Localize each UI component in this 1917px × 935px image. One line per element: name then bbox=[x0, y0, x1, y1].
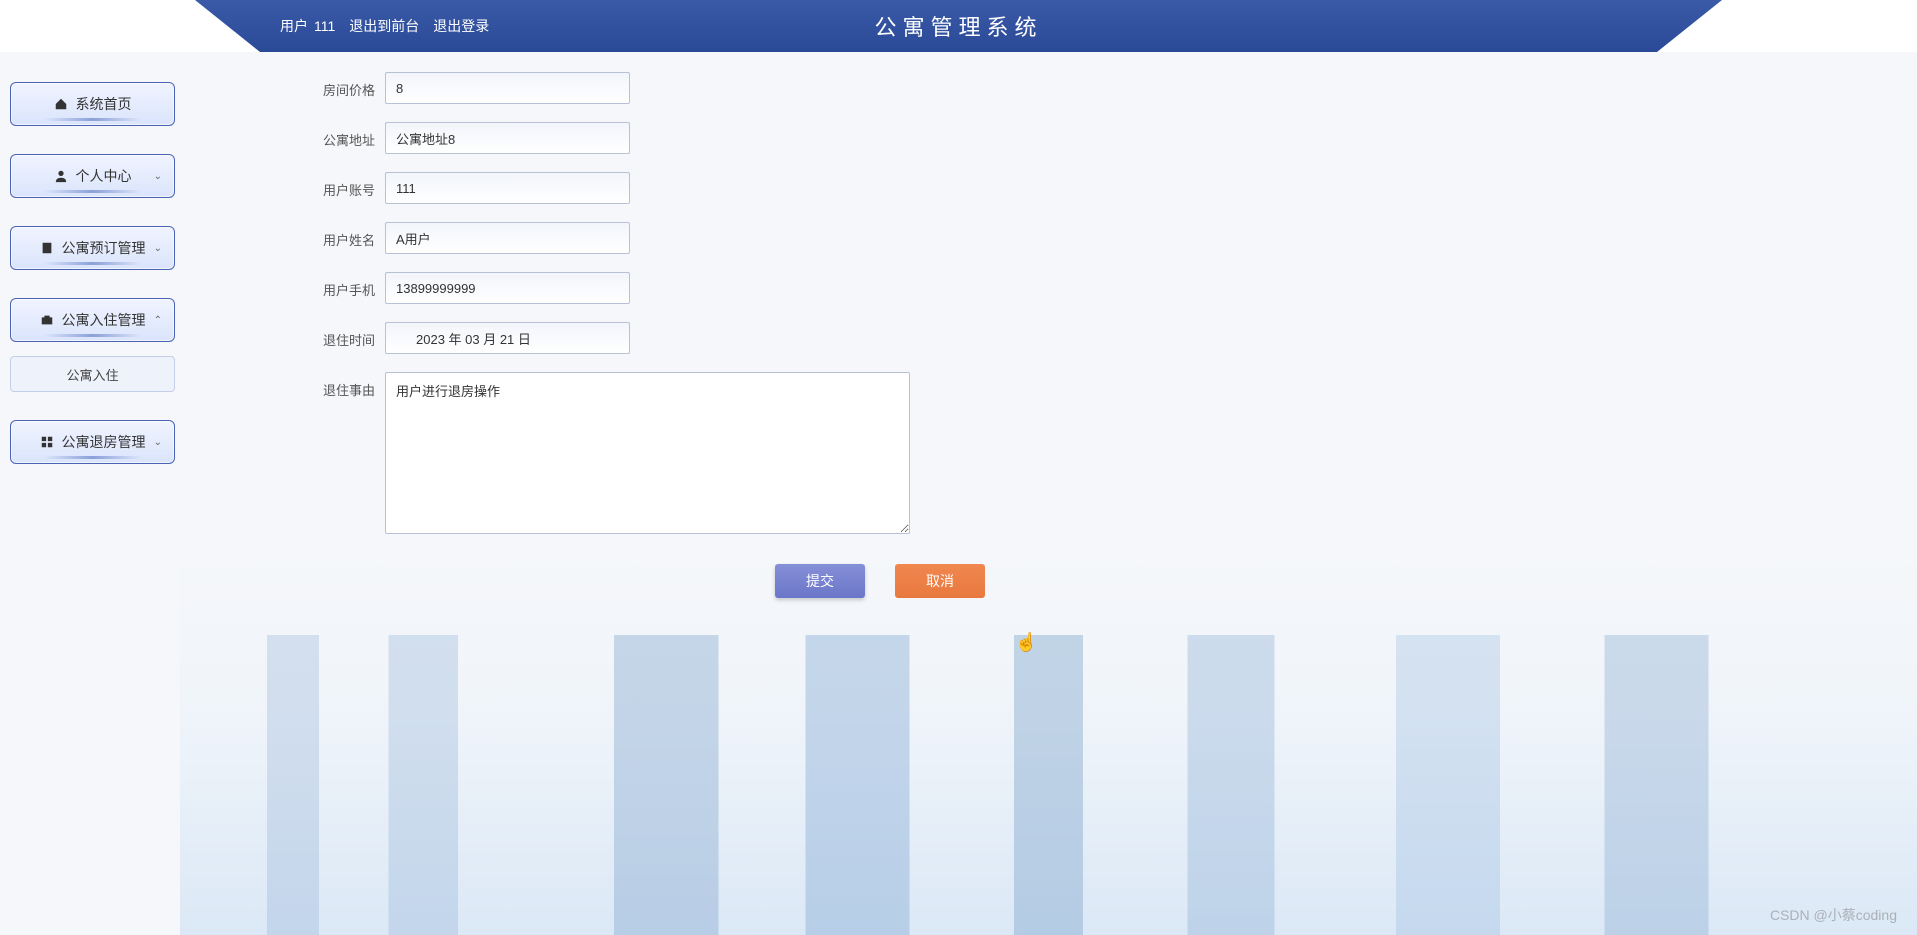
header-user-area: 用户 111 退出到前台 退出登录 bbox=[280, 16, 489, 36]
sidebar-label-checkout: 公寓退房管理 bbox=[62, 432, 146, 452]
logout-front-link[interactable]: 退出到前台 bbox=[349, 16, 419, 36]
sidebar-item-personal[interactable]: 个人中心 ⌄ bbox=[10, 154, 175, 198]
label-reason: 退住事由 bbox=[315, 372, 375, 399]
input-account[interactable] bbox=[385, 172, 630, 204]
sidebar-label-checkin-sub: 公寓入住 bbox=[66, 365, 118, 384]
cursor-icon: ☝ bbox=[1015, 632, 1037, 653]
header-notch-left bbox=[0, 0, 260, 52]
header-notch-right bbox=[1657, 0, 1917, 52]
clipboard-icon bbox=[40, 241, 54, 255]
chevron-up-icon: ⌃ bbox=[154, 315, 162, 326]
sidebar-label-checkin: 公寓入住管理 bbox=[62, 310, 146, 330]
input-address[interactable] bbox=[385, 122, 630, 154]
watermark: CSDN @小蔡coding bbox=[1770, 905, 1897, 925]
sidebar-label-booking: 公寓预订管理 bbox=[62, 238, 146, 258]
label-room-price: 房间价格 bbox=[315, 72, 375, 99]
grid-icon bbox=[40, 435, 54, 449]
label-phone: 用户手机 bbox=[315, 272, 375, 299]
chevron-down-icon: ⌄ bbox=[154, 437, 162, 448]
sidebar-label-personal: 个人中心 bbox=[76, 166, 132, 186]
label-account: 用户账号 bbox=[315, 172, 375, 199]
submit-button[interactable]: 提交 bbox=[775, 564, 865, 598]
sidebar-label-home: 系统首页 bbox=[76, 94, 132, 114]
input-room-price[interactable] bbox=[385, 72, 630, 104]
chevron-down-icon: ⌄ bbox=[154, 171, 162, 182]
cancel-button[interactable]: 取消 bbox=[895, 564, 985, 598]
user-icon bbox=[54, 169, 68, 183]
main-content: 房间价格 公寓地址 用户账号 用户姓名 用户手机 退住时间 退住事由 bbox=[185, 52, 1917, 935]
chevron-down-icon: ⌄ bbox=[154, 243, 162, 254]
label-name: 用户姓名 bbox=[315, 222, 375, 249]
label-checkout-time: 退住时间 bbox=[315, 322, 375, 349]
user-prefix: 用户 bbox=[280, 16, 308, 36]
sidebar-item-booking[interactable]: 公寓预订管理 ⌄ bbox=[10, 226, 175, 270]
sidebar: 系统首页 个人中心 ⌄ 公寓预订管理 ⌄ 公寓入住管理 ⌃ bbox=[0, 52, 185, 935]
app-title: 公寓管理系统 bbox=[874, 10, 1042, 42]
username: 111 bbox=[314, 18, 335, 34]
header-bar: 用户 111 退出到前台 退出登录 公寓管理系统 bbox=[0, 0, 1917, 52]
label-address: 公寓地址 bbox=[315, 122, 375, 149]
home-icon bbox=[54, 97, 68, 111]
input-phone[interactable] bbox=[385, 272, 630, 304]
logout-link[interactable]: 退出登录 bbox=[433, 16, 489, 36]
input-checkout-time[interactable] bbox=[385, 322, 630, 354]
input-name[interactable] bbox=[385, 222, 630, 254]
textarea-reason[interactable] bbox=[385, 372, 910, 534]
briefcase-icon bbox=[40, 313, 54, 327]
sidebar-item-home[interactable]: 系统首页 bbox=[10, 82, 175, 126]
sidebar-item-checkout[interactable]: 公寓退房管理 ⌄ bbox=[10, 420, 175, 464]
sidebar-item-checkin[interactable]: 公寓入住管理 ⌃ bbox=[10, 298, 175, 342]
sidebar-subitem-checkin[interactable]: 公寓入住 bbox=[10, 356, 175, 392]
